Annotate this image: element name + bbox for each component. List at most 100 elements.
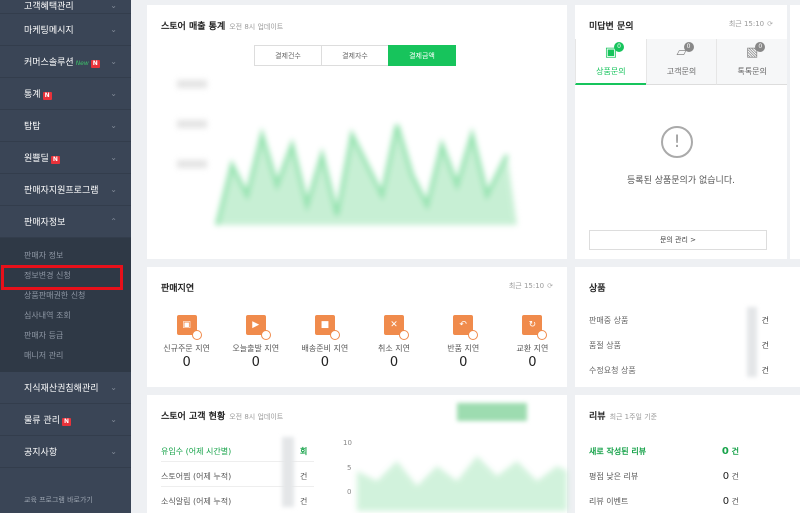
tab-talk-inquiry[interactable]: ▧ 0 톡톡문의: [716, 39, 788, 85]
delay-value: 0: [528, 355, 537, 370]
new-badge: N: [90, 60, 100, 68]
review-row-new[interactable]: 새로 작성된 리뷰 0 건: [589, 446, 739, 457]
sales-chart-blurred: [177, 80, 517, 226]
exchange-icon: ↻: [522, 315, 548, 340]
row-value-wrap: 0 건: [723, 471, 739, 482]
chevron-down-icon: ⌄: [110, 447, 117, 456]
return-icon: ↶: [453, 315, 479, 340]
review-panel: 리뷰 최근 1주일 기준 새로 작성된 리뷰 0 건 평점 낮은 리뷰 0 건 리…: [575, 395, 800, 513]
customer-row-visits[interactable]: 유입수 (어제 시간별): [161, 446, 231, 457]
y-tick: 0: [347, 488, 352, 496]
update-time-wrap: 최근 15:10 ⟳: [509, 281, 553, 291]
sidebar-item-statistics[interactable]: 통계 N ⌄: [0, 78, 131, 110]
sidebar-item-toptop[interactable]: 탑탑 ⌄: [0, 110, 131, 142]
customer-row-store-favorites[interactable]: 스토어찜 (어제 누적): [161, 471, 231, 482]
refresh-icon[interactable]: ⟳: [547, 282, 553, 290]
empty-message: 등록된 상품문의가 없습니다.: [627, 176, 735, 186]
panel-title: 스토어 고객 현황: [161, 412, 226, 422]
row-unit: 건: [300, 472, 308, 481]
sidebar-subitem-review-history[interactable]: 심사내역 조회: [0, 306, 131, 326]
tab-payer-count[interactable]: 결제자수: [321, 45, 389, 66]
sidebar-submenu: 판매자 정보 정보변경 신청 상품판매권한 신청 심사내역 조회 판매자 등급 …: [0, 238, 131, 372]
tab-customer-inquiry[interactable]: ▱ 0 고객문의: [645, 39, 717, 85]
review-row-low-rating[interactable]: 평점 낮은 리뷰 0 건: [589, 471, 739, 482]
box-icon: ▣ 0: [605, 42, 624, 63]
chevron-down-icon: ⌄: [110, 185, 117, 194]
update-time: 최근 15:10: [728, 20, 765, 28]
sidebar-item-marketing-message[interactable]: 마케팅메시지 ⌄: [0, 14, 131, 46]
tab-payment-amount[interactable]: 결제금액: [388, 45, 456, 66]
panel-title: 미답변 문의: [589, 22, 634, 32]
sidebar-item-label: 마케팅메시지: [24, 26, 74, 36]
row-unit: 건: [731, 472, 739, 481]
update-time: 오전 8시 업데이트: [229, 413, 284, 421]
delay-new-order[interactable]: ▣ 신규주문 지연 0: [156, 315, 218, 370]
product-row-sold-out[interactable]: 품절 상품 건: [589, 340, 769, 351]
row-unit: 건: [761, 341, 769, 350]
sidebar-subitem-seller-info[interactable]: 판매자 정보: [0, 246, 131, 266]
chevron-down-icon: ⌄: [110, 89, 117, 98]
inquiry-manage-button[interactable]: 문의 관리 >: [589, 230, 767, 250]
row-value: 0: [721, 446, 729, 457]
sidebar-item-label-wrap: 물류 관리 N: [24, 413, 72, 426]
customer-row-notifications[interactable]: 소식알림 (어제 누적): [161, 496, 231, 507]
panel-title: 리뷰: [589, 412, 606, 422]
row-value-wrap: 0 건: [723, 496, 739, 507]
row-unit: 건: [300, 497, 308, 506]
sidebar-item-seller-support[interactable]: 판매자지원프로그램 ⌄: [0, 174, 131, 206]
chevron-down-icon: ⌄: [110, 153, 117, 162]
delay-label: 배송준비 지연: [301, 344, 349, 353]
exclamation-icon: !: [661, 126, 693, 158]
sidebar-item-commerce-solution[interactable]: 커머스솔루션 New N ⌄: [0, 46, 131, 78]
review-row-event[interactable]: 리뷰 이벤트 0 건: [589, 496, 739, 507]
sidebar-item-label: 통계: [24, 90, 41, 100]
tab-label: 상품문의: [596, 67, 626, 76]
panel-title-wrap: 리뷰 최근 1주일 기준: [589, 409, 657, 422]
sales-delay-panel: 판매지연 최근 15:10 ⟳ ▣ 신규주문 지연 0 ▶ 오늘출발 지연 0 ■…: [147, 267, 567, 387]
product-row-on-sale[interactable]: 판매중 상품 건: [589, 315, 769, 326]
refresh-icon[interactable]: ⟳: [767, 20, 773, 28]
row-label: 평점 낮은 리뷰: [589, 472, 639, 481]
delay-shipping-prep[interactable]: ■ 배송준비 지연 0: [294, 315, 356, 370]
panel-title-wrap: 스토어 매출 통계 오전 8시 업데이트: [161, 19, 283, 32]
chat-icon: ▧ 0: [746, 42, 766, 63]
sales-stats-panel: 스토어 매출 통계 오전 8시 업데이트 결제건수 결제자수 결제금액: [147, 5, 567, 259]
education-program-link[interactable]: 교육 프로그램 바로가기: [24, 495, 93, 505]
delay-today-shipping[interactable]: ▶ 오늘출발 지연 0: [225, 315, 287, 370]
tab-payment-count[interactable]: 결제건수: [254, 45, 322, 66]
tab-product-inquiry[interactable]: ▣ 0 상품문의: [575, 39, 646, 85]
delay-cancel[interactable]: ✕ 취소 지연 0: [363, 315, 425, 370]
update-time-wrap: 최근 15:10 ⟳: [729, 19, 773, 29]
product-row-edit-request[interactable]: 수정요청 상품 건: [589, 365, 769, 376]
sidebar-item-seller-info[interactable]: 판매자정보 ⌃: [0, 206, 131, 238]
row-value: 0: [722, 496, 730, 507]
delay-label: 신규주문 지연: [163, 344, 210, 353]
delay-return[interactable]: ↶ 반품 지연 0: [432, 315, 494, 370]
sidebar-item-notice[interactable]: 공지사항 ⌄: [0, 436, 131, 468]
update-time: 오전 8시 업데이트: [229, 23, 284, 31]
gift-icon: ▣: [176, 315, 202, 340]
delay-items: ▣ 신규주문 지연 0 ▶ 오늘출발 지연 0 ■ 배송준비 지연 0 ✕ 취소…: [147, 315, 572, 370]
sidebar-item-label: 커머스솔루션: [24, 58, 74, 68]
product-panel: 상품 판매중 상품 건 품절 상품 건 수정요청 상품 건: [575, 267, 800, 387]
chevron-down-icon: ⌄: [110, 415, 117, 424]
sidebar-item-oneplus-deal[interactable]: 원쁠딜 N ⌄: [0, 142, 131, 174]
delay-label: 반품 지연: [447, 344, 480, 353]
sidebar: 고객혜택관리 ⌄ 마케팅메시지 ⌄ 커머스솔루션 New N ⌄ 통계 N ⌄ 탑탑 …: [0, 0, 131, 513]
review-period: 최근 1주일 기준: [609, 413, 658, 421]
row-label: 새로 작성된 리뷰: [589, 447, 647, 456]
delay-value: 0: [320, 355, 330, 370]
sidebar-subitem-seller-grade[interactable]: 판매자 등급: [0, 326, 131, 346]
sidebar-item-label: 지식재산권침해관리: [24, 384, 99, 394]
delay-exchange[interactable]: ↻ 교환 지연 0: [501, 315, 563, 370]
unanswered-inquiry-panel: 미답변 문의 최근 15:10 ⟳ ▣ 0 상품문의 ▱ 0 고객문의 ▧ 0 톡톡문의…: [575, 5, 788, 259]
sidebar-item-label-wrap: 통계 N: [24, 87, 52, 100]
sidebar-item-customer-benefit[interactable]: 고객혜택관리 ⌄: [0, 0, 131, 14]
sidebar-subitem-manager[interactable]: 매니저 관리: [0, 346, 131, 366]
sidebar-item-label: 판매자지원프로그램: [24, 186, 99, 196]
y-tick: 10: [343, 439, 352, 447]
sidebar-item-label: 물류 관리: [24, 416, 60, 426]
sidebar-item-ip-infringement[interactable]: 지식재산권침해관리 ⌄: [0, 372, 131, 404]
sidebar-item-logistics[interactable]: 물류 관리 N ⌄: [0, 404, 131, 436]
panel-title: 스토어 매출 통계: [161, 22, 226, 32]
